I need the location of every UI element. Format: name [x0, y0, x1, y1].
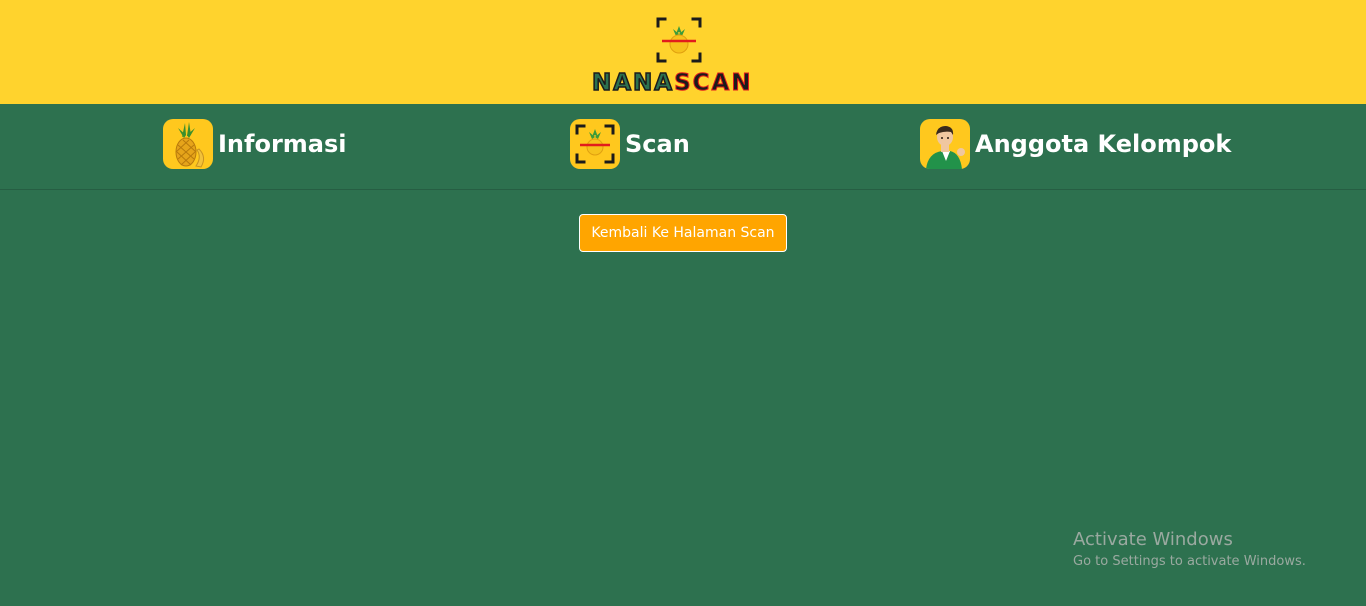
- nav-item-label: Anggota Kelompok: [975, 130, 1232, 158]
- nav-item-label: Informasi: [218, 130, 347, 158]
- header: NANASCAN: [0, 0, 1366, 104]
- nav-item-scan[interactable]: Scan: [570, 119, 690, 169]
- scan-frame-icon: [570, 119, 620, 169]
- nav-item-label: Scan: [625, 130, 690, 158]
- activate-windows-watermark: Activate Windows Go to Settings to activ…: [1073, 529, 1306, 572]
- watermark-subtitle: Go to Settings to activate Windows.: [1073, 554, 1306, 569]
- nav-item-anggota-kelompok[interactable]: Anggota Kelompok: [920, 119, 1231, 169]
- logo-text-scan: SCAN: [674, 70, 753, 97]
- app-logo[interactable]: NANASCAN: [590, 14, 766, 97]
- watermark-title: Activate Windows: [1073, 529, 1233, 550]
- person-icon: [920, 119, 970, 169]
- back-to-scan-button[interactable]: Kembali Ke Halaman Scan: [579, 214, 787, 252]
- logo-text-nana: NANA: [591, 69, 675, 97]
- nav-item-informasi[interactable]: Informasi: [163, 119, 347, 169]
- main-navigation: Informasi Scan Anggota Kelompok: [0, 104, 1366, 190]
- pineapple-scan-frame-icon: [656, 17, 702, 63]
- logo-wordmark: NANASCAN: [591, 68, 753, 98]
- pineapple-icon: [163, 119, 213, 169]
